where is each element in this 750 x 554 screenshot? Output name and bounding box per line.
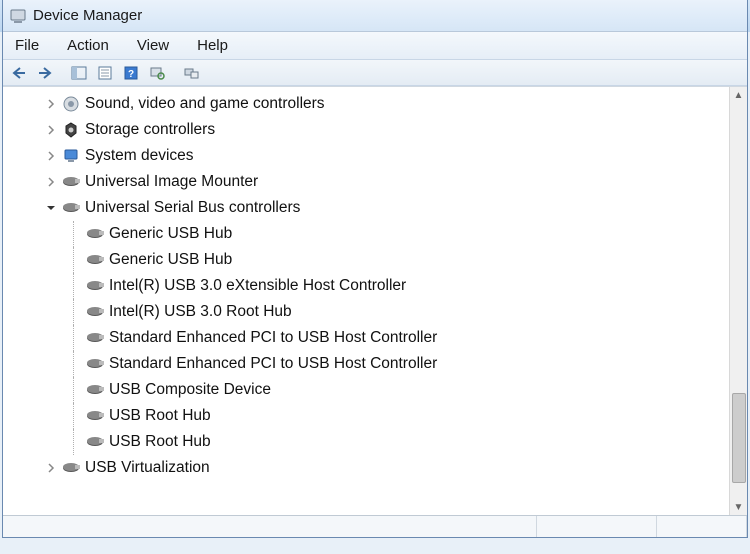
tree-child-node[interactable]: Intel(R) USB 3.0 Root Hub <box>3 299 729 325</box>
properties-button[interactable] <box>93 62 117 84</box>
scan-hardware-button[interactable] <box>145 62 169 84</box>
tree-node-label: Storage controllers <box>85 121 215 139</box>
usb-icon <box>85 432 105 452</box>
back-button[interactable] <box>7 62 31 84</box>
help-button[interactable]: ? <box>119 62 143 84</box>
tree-node-label: Universal Serial Bus controllers <box>85 199 300 217</box>
tree-line <box>73 403 74 429</box>
scroll-down-arrow[interactable]: ▼ <box>731 499 747 515</box>
tree-node-label: Sound, video and game controllers <box>85 95 325 113</box>
separator <box>171 62 177 84</box>
usb-icon <box>85 328 105 348</box>
device-manager-window: Device Manager File Action View Help ? S… <box>2 0 748 538</box>
toolbar: ? <box>3 60 747 86</box>
usb-icon <box>61 172 81 192</box>
menu-action[interactable]: Action <box>61 35 115 56</box>
tree-node-label: USB Root Hub <box>109 433 211 451</box>
tree-line <box>73 221 74 247</box>
tree-node[interactable]: Universal Image Mounter <box>3 169 729 195</box>
menu-bar: File Action View Help <box>3 32 747 60</box>
tree-child-node[interactable]: Generic USB Hub <box>3 247 729 273</box>
usb-icon <box>85 250 105 270</box>
storage-icon <box>61 120 81 140</box>
tree-line <box>73 247 74 273</box>
scroll-up-arrow[interactable]: ▲ <box>731 87 747 103</box>
tree-child-node[interactable]: USB Root Hub <box>3 429 729 455</box>
tree-node-label: Generic USB Hub <box>109 251 232 269</box>
tree-node-label: System devices <box>85 147 194 165</box>
tree-child-node[interactable]: Standard Enhanced PCI to USB Host Contro… <box>3 325 729 351</box>
status-cell <box>3 516 537 537</box>
tree-node-label: Standard Enhanced PCI to USB Host Contro… <box>109 355 437 373</box>
scroll-thumb[interactable] <box>732 393 746 483</box>
tree-node[interactable]: Storage controllers <box>3 117 729 143</box>
tree-child-node[interactable]: Intel(R) USB 3.0 eXtensible Host Control… <box>3 273 729 299</box>
tree-node-label: Universal Image Mounter <box>85 173 258 191</box>
tree-node-label: Intel(R) USB 3.0 Root Hub <box>109 303 292 321</box>
tree-node-label: USB Root Hub <box>109 407 211 425</box>
usb-icon <box>85 224 105 244</box>
expand-toggle[interactable] <box>45 176 57 188</box>
tree-node[interactable]: USB Virtualization <box>3 455 729 481</box>
tree-child-node[interactable]: USB Composite Device <box>3 377 729 403</box>
menu-help[interactable]: Help <box>191 35 234 56</box>
tree-line <box>73 351 74 377</box>
tree-line <box>73 377 74 403</box>
expand-toggle[interactable] <box>45 98 57 110</box>
status-cell <box>537 516 657 537</box>
tree-line <box>73 273 74 299</box>
tree-node[interactable]: System devices <box>3 143 729 169</box>
separator <box>59 62 65 84</box>
menu-file[interactable]: File <box>9 35 45 56</box>
usb-icon <box>85 406 105 426</box>
window-title: Device Manager <box>33 7 142 24</box>
vertical-scrollbar[interactable]: ▲ ▼ <box>729 87 747 515</box>
speaker-icon <box>61 94 81 114</box>
expand-toggle[interactable] <box>45 462 57 474</box>
forward-button[interactable] <box>33 62 57 84</box>
usb-icon <box>61 198 81 218</box>
usb-icon <box>61 458 81 478</box>
expand-toggle[interactable] <box>45 124 57 136</box>
tree-node-label: Standard Enhanced PCI to USB Host Contro… <box>109 329 437 347</box>
expand-toggle[interactable] <box>45 202 57 214</box>
expand-toggle[interactable] <box>45 150 57 162</box>
tree-node[interactable]: Sound, video and game controllers <box>3 91 729 117</box>
system-icon <box>61 146 81 166</box>
tree-node-label: Generic USB Hub <box>109 225 232 243</box>
tree-node[interactable]: Universal Serial Bus controllers <box>3 195 729 221</box>
menu-view[interactable]: View <box>131 35 175 56</box>
status-bar <box>3 515 747 537</box>
tree-node-label: USB Composite Device <box>109 381 271 399</box>
tree-node-label: Intel(R) USB 3.0 eXtensible Host Control… <box>109 277 406 295</box>
tree-child-node[interactable]: Generic USB Hub <box>3 221 729 247</box>
devices-printers-button[interactable] <box>179 62 203 84</box>
tree-line <box>73 299 74 325</box>
tree-line <box>73 325 74 351</box>
tree-child-node[interactable]: Standard Enhanced PCI to USB Host Contro… <box>3 351 729 377</box>
tree-line <box>73 429 74 455</box>
title-bar[interactable]: Device Manager <box>3 0 747 32</box>
tree-child-node[interactable]: USB Root Hub <box>3 403 729 429</box>
usb-icon <box>85 354 105 374</box>
status-cell <box>657 516 747 537</box>
usb-icon <box>85 302 105 322</box>
usb-icon <box>85 380 105 400</box>
svg-text:?: ? <box>128 69 134 80</box>
show-hide-console-button[interactable] <box>67 62 91 84</box>
content-area: Sound, video and game controllers Storage… <box>3 86 747 515</box>
usb-icon <box>85 276 105 296</box>
app-icon <box>9 7 27 25</box>
tree-node-label: USB Virtualization <box>85 459 210 477</box>
device-tree[interactable]: Sound, video and game controllers Storage… <box>3 87 729 515</box>
